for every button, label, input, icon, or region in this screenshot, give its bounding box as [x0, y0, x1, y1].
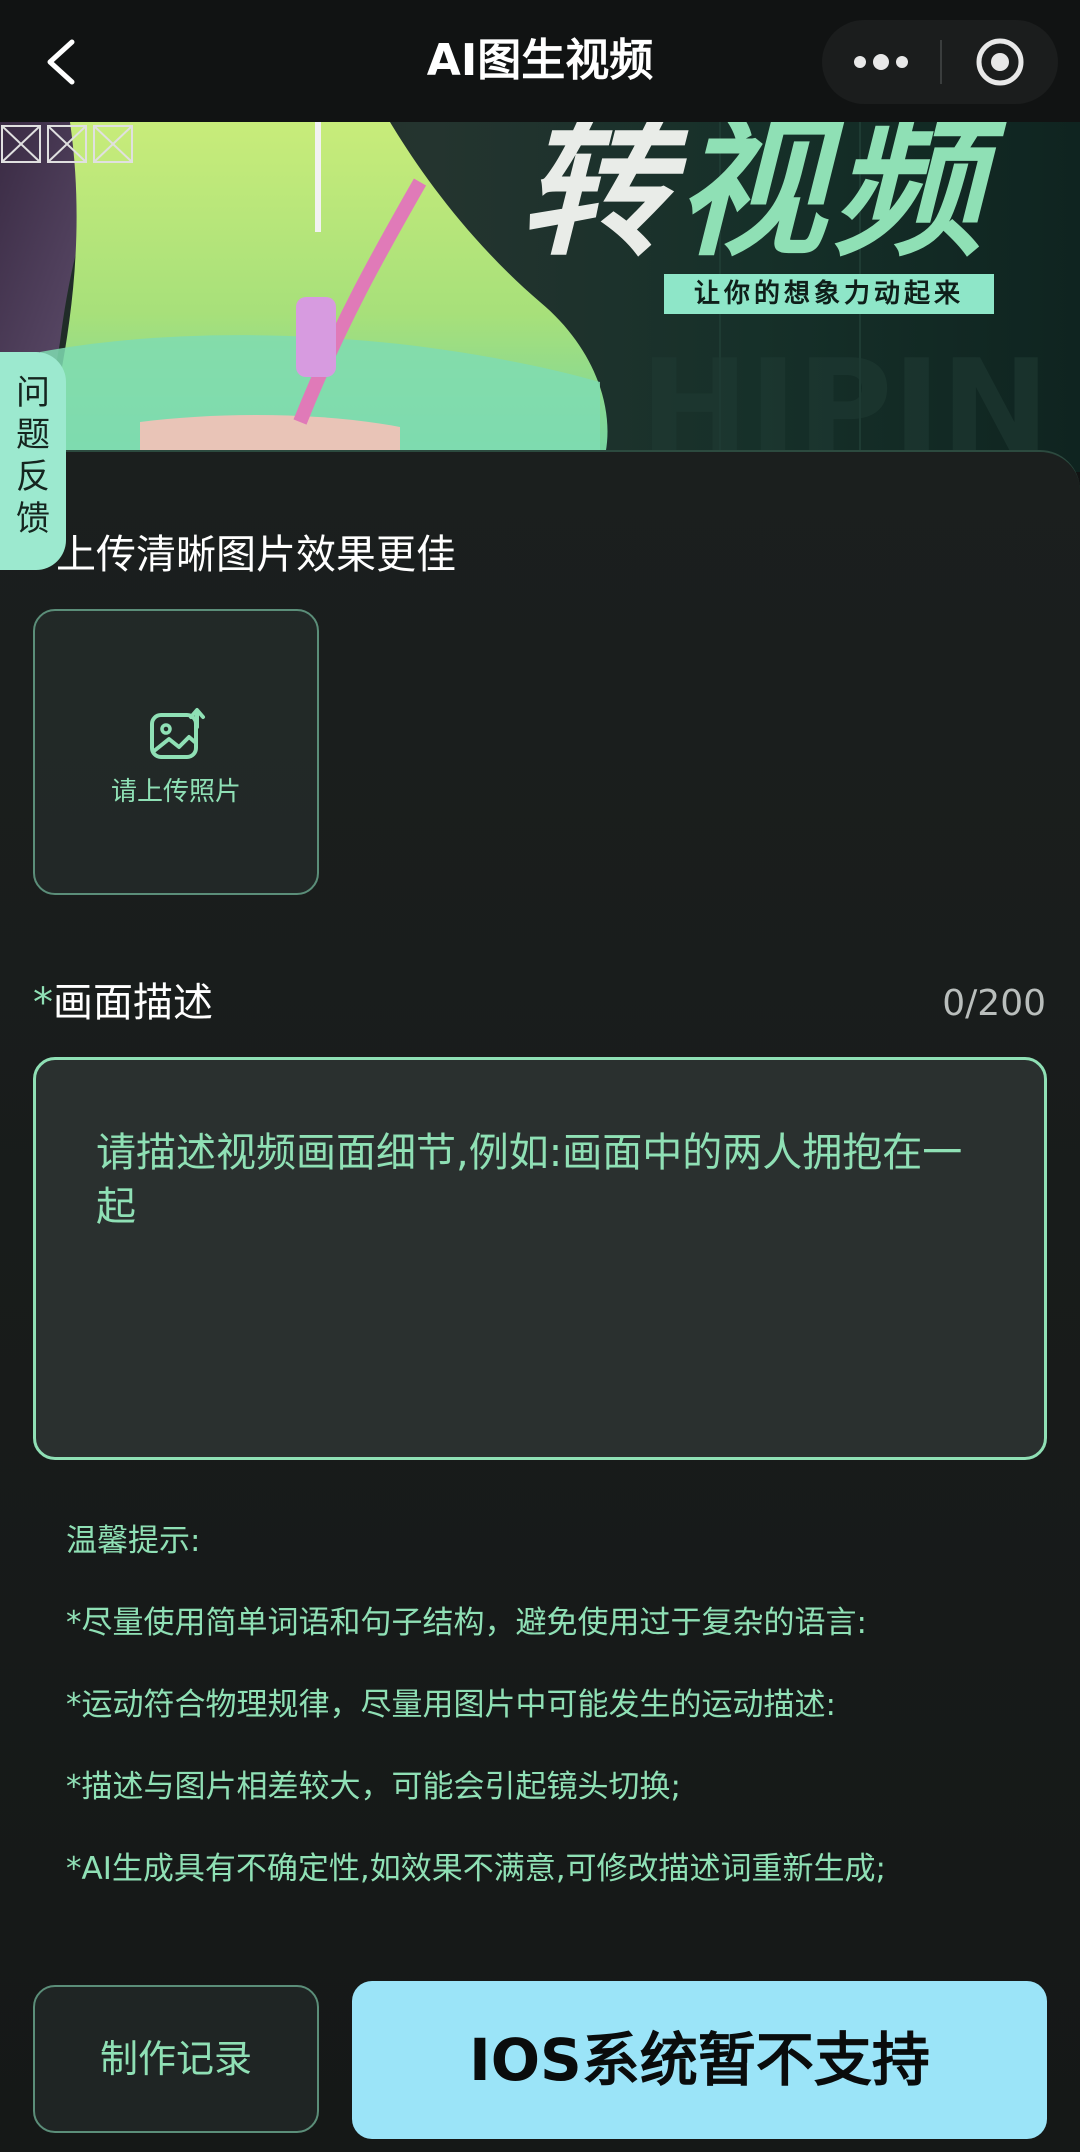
nav-bar: AI图生视频 [0, 0, 1080, 122]
generate-button[interactable]: IOS系统暂不支持 [352, 1981, 1047, 2139]
app-page: AI图生视频 HIPIN 转视频 让你的想象力动起来 问 题 反 馈 上传清晰图… [0, 0, 1080, 2152]
char-counter: 0/200 [942, 983, 1046, 1024]
feedback-tab-char: 反 [16, 457, 50, 497]
banner-tagline: 让你的想象力动起来 [664, 274, 994, 314]
feedback-tab-char: 问 [16, 373, 50, 413]
required-mark: * [33, 980, 53, 1026]
feedback-tab-char: 馈 [16, 499, 50, 539]
description-input[interactable] [96, 1126, 996, 1426]
upload-photo-button[interactable]: 请上传照片 [33, 609, 319, 895]
tip-item: *描述与图片相差较大，可能会引起镜头切换; [66, 1769, 681, 1805]
tip-item: *AI生成具有不确定性,如效果不满意,可修改描述词重新生成; [66, 1851, 886, 1887]
banner-headline: 转视频 [520, 122, 988, 270]
close-miniprogram-button[interactable] [942, 20, 1058, 104]
history-button[interactable]: 制作记录 [33, 1985, 319, 2133]
banner-headline-part1: 转 [520, 122, 677, 277]
banner-box-glyphs [1, 125, 133, 163]
image-upload-icon [150, 708, 205, 759]
description-label: *画面描述 [33, 975, 213, 1031]
upload-label: 请上传照片 [110, 777, 241, 807]
more-dots-icon [854, 54, 908, 70]
more-button[interactable] [822, 20, 940, 104]
feedback-tab-char: 题 [16, 415, 50, 455]
tips-section: 温馨提示: *尽量使用简单词语和句子结构，避免使用过于复杂的语言: *运动符合物… [66, 1520, 1026, 1930]
tip-item: *尽量使用简单词语和句子结构，避免使用过于复杂的语言: [66, 1605, 867, 1641]
target-icon [976, 38, 1024, 86]
description-label-text: 画面描述 [53, 980, 213, 1026]
mini-program-capsule [822, 20, 1058, 104]
hero-banner: HIPIN 转视频 让你的想象力动起来 [0, 122, 1080, 472]
upload-hint: 上传清晰图片效果更佳 [56, 532, 456, 578]
description-box [33, 1057, 1047, 1460]
banner-headline-part2: 视频 [676, 122, 989, 277]
feedback-tab[interactable]: 问 题 反 馈 [0, 352, 66, 570]
tips-title: 温馨提示: [66, 1523, 201, 1559]
tip-item: *运动符合物理规律，尽量用图片中可能发生的运动描述: [66, 1687, 836, 1723]
